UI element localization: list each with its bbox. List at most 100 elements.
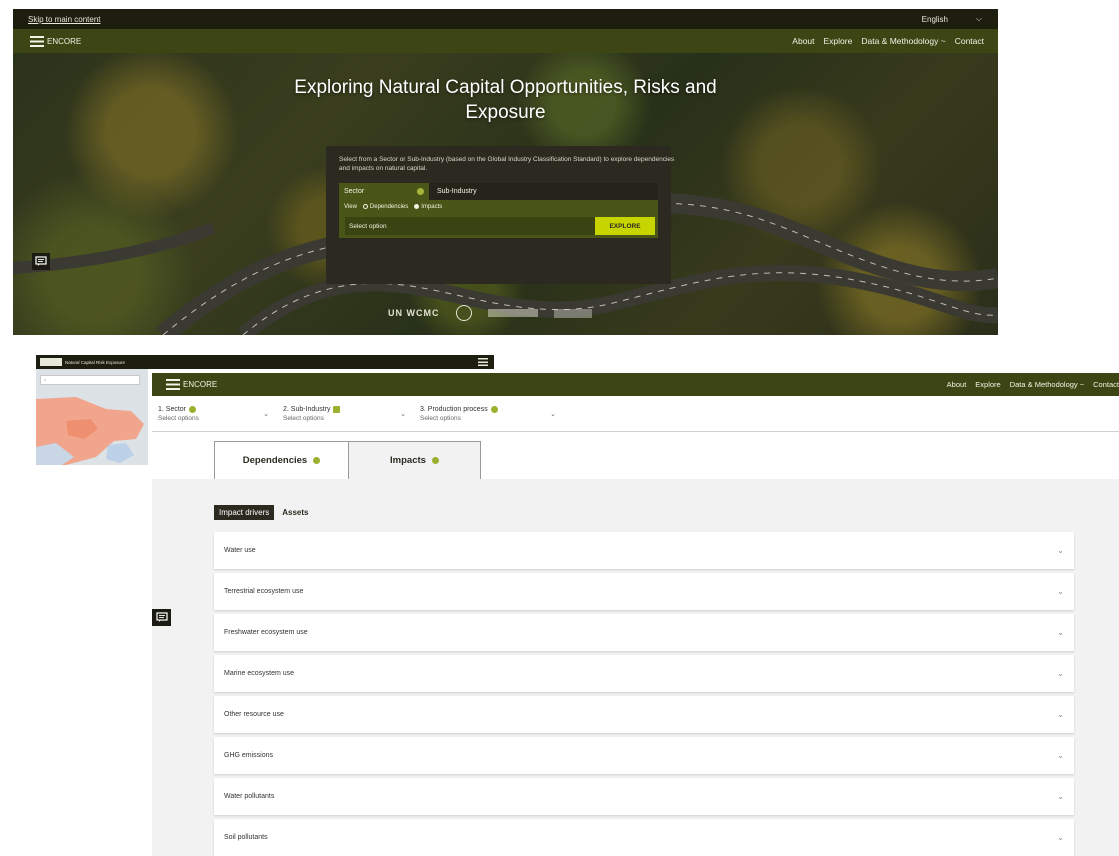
subindustry-option[interactable]: Sub-Industry (429, 183, 658, 200)
explorer-nav-explore[interactable]: Explore (975, 380, 1000, 389)
explorer-brand-name: ENCORE (183, 380, 218, 389)
explorer-brand[interactable]: ENCORE (166, 379, 217, 390)
language-label: English (921, 14, 948, 24)
nav-data-methodology[interactable]: Data & Methodology ~ (861, 36, 945, 46)
feedback-button[interactable] (152, 609, 171, 626)
accordion-label: Soil pollutants (224, 834, 268, 841)
view-label: View (344, 204, 357, 210)
explorer-nav: ENCORE About Explore Data & Methodology … (152, 373, 1119, 396)
accordion-label: GHG emissions (224, 752, 274, 759)
chevron-down-icon: ⌄ (1057, 833, 1064, 842)
select-option-field[interactable]: Select option (345, 217, 595, 235)
chevron-down-icon: ⌄ (1057, 792, 1064, 801)
partner-logo-circle (455, 305, 472, 321)
accordion-soil-pollutants[interactable]: Soil pollutants ⌄ (214, 819, 1074, 856)
chevron-down-icon: ⌄ (1057, 710, 1064, 719)
radio-dependencies-label: Dependencies (369, 204, 409, 211)
map-search-input[interactable]: ⌕ (40, 375, 140, 385)
step-sector[interactable]: 1. Sector Select options ⌄ (152, 396, 277, 431)
hero-title: Exploring Natural Capital Opportunities,… (13, 75, 998, 125)
accordion-label: Freshwater ecosystem use (224, 629, 308, 636)
radio-impacts[interactable]: Impacts (414, 203, 443, 211)
info-icon[interactable] (333, 405, 341, 413)
accordion-label: Other resource use (224, 711, 284, 718)
chevron-down-icon: ⌄ (550, 411, 556, 418)
chevron-down-icon: ⌄ (400, 411, 406, 418)
subtab-assets[interactable]: Assets (274, 505, 316, 520)
menu-icon (30, 35, 44, 47)
select-option-placeholder: Select option (349, 222, 387, 230)
tab-impacts-label: Impacts (390, 455, 426, 466)
radio-impacts-label: Impacts (421, 204, 443, 211)
step-production-process[interactable]: 3. Production process Select options ⌄ (414, 396, 564, 431)
step-sector-hint: Select options (158, 414, 199, 422)
filter-steps: 1. Sector Select options ⌄ 2. Sub-Indust… (152, 396, 1119, 432)
skip-link[interactable]: Skip to main content (28, 15, 100, 24)
top-bar: Skip to main content English ⌵ (13, 9, 998, 29)
feedback-button[interactable] (32, 253, 50, 270)
radio-selected-icon (414, 203, 420, 209)
radio-dependencies[interactable]: Dependencies (362, 203, 409, 211)
accordion-freshwater-ecosystem-use[interactable]: Freshwater ecosystem use ⌄ (214, 614, 1074, 651)
accordion-terrestrial-ecosystem-use[interactable]: Terrestrial ecosystem use ⌄ (214, 573, 1074, 610)
hero-title-line-2: Exposure (465, 102, 546, 123)
brand-name: ENCORE (47, 36, 82, 46)
partner-logo-text (487, 309, 538, 317)
partner-logo-text (553, 308, 592, 318)
chevron-down-icon: ⌄ (1057, 628, 1064, 637)
select-row: Select option EXPLORE (339, 214, 658, 238)
accordion-label: Water use (224, 547, 256, 554)
view-options: View Dependencies Impacts (339, 200, 658, 214)
brand[interactable]: ENCORE (30, 35, 82, 47)
radio-icon (362, 203, 368, 209)
step-subindustry-hint: Select options (283, 414, 324, 422)
menu-icon[interactable] (478, 358, 488, 366)
explore-panel: Select from a Sector or Sub-Industry (ba… (326, 146, 674, 284)
explorer-nav-data-methodology[interactable]: Data & Methodology ~ (1010, 380, 1084, 389)
explorer-nav-about[interactable]: About (947, 380, 967, 389)
sector-option[interactable]: Sector (339, 183, 429, 200)
nav-contact[interactable]: Contact (955, 36, 984, 46)
subtab-impact-drivers[interactable]: Impact drivers (214, 505, 275, 520)
landing-screenshot: Skip to main content English ⌵ ENCORE Ab… (13, 9, 998, 335)
tab-impacts[interactable]: Impacts (348, 441, 481, 479)
tab-dependencies[interactable]: Dependencies (214, 441, 349, 479)
map-panel[interactable]: ⌕ (36, 369, 148, 465)
accordion-other-resource-use[interactable]: Other resource use ⌄ (214, 696, 1074, 733)
accordion-marine-ecosystem-use[interactable]: Marine ecosystem use ⌄ (214, 655, 1074, 692)
info-icon[interactable] (490, 405, 498, 413)
chevron-down-icon: ⌄ (1057, 546, 1064, 555)
explore-description: Select from a Sector or Sub-Industry (ba… (339, 156, 675, 172)
accordion-ghg-emissions[interactable]: GHG emissions ⌄ (214, 737, 1074, 774)
accordion-water-use[interactable]: Water use ⌄ (214, 532, 1074, 569)
explorer-screenshot: ENCORE About Explore Data & Methodology … (152, 373, 1119, 856)
explorer-nav-contact[interactable]: Contact (1093, 380, 1119, 389)
subindustry-label: Sub-Industry (437, 188, 477, 195)
chat-icon (155, 612, 168, 622)
chevron-down-icon: ⌄ (1057, 751, 1064, 760)
step-subindustry-title: 2. Sub-Industry (283, 405, 331, 413)
info-icon[interactable] (431, 457, 439, 464)
accordion-water-pollutants[interactable]: Water pollutants ⌄ (214, 778, 1074, 815)
hero-title-line-1: Exploring Natural Capital Opportunities,… (294, 77, 717, 98)
language-select[interactable]: English ⌵ (922, 14, 982, 24)
nav-explore[interactable]: Explore (824, 36, 853, 46)
map-brand: Natural Capital Risk Exposure (40, 358, 127, 366)
info-icon[interactable] (313, 457, 321, 464)
chevron-down-icon: ⌄ (1057, 669, 1064, 678)
info-icon[interactable] (189, 405, 197, 413)
map-caption: Natural Capital Risk Exposure (65, 359, 126, 365)
nav-links: About Explore Data & Methodology ~ Conta… (792, 36, 984, 46)
partner-logos: UN WCMC (388, 305, 592, 321)
unep-wcmc-logo: UN WCMC (388, 308, 440, 318)
screenshot-collage: Skip to main content English ⌵ ENCORE Ab… (0, 0, 1119, 856)
view-tabs: Dependencies Impacts (152, 432, 1119, 479)
step-subindustry[interactable]: 2. Sub-Industry Select options ⌄ (277, 396, 414, 431)
tab-dependencies-label: Dependencies (242, 455, 308, 466)
explore-button[interactable]: EXPLORE (595, 217, 655, 235)
impact-subtabs: Impact drivers Assets (214, 505, 316, 520)
nav-about[interactable]: About (792, 36, 814, 46)
info-icon[interactable] (417, 188, 424, 195)
step-production-hint: Select options (420, 414, 461, 422)
chevron-down-icon: ⌵ (975, 14, 982, 23)
